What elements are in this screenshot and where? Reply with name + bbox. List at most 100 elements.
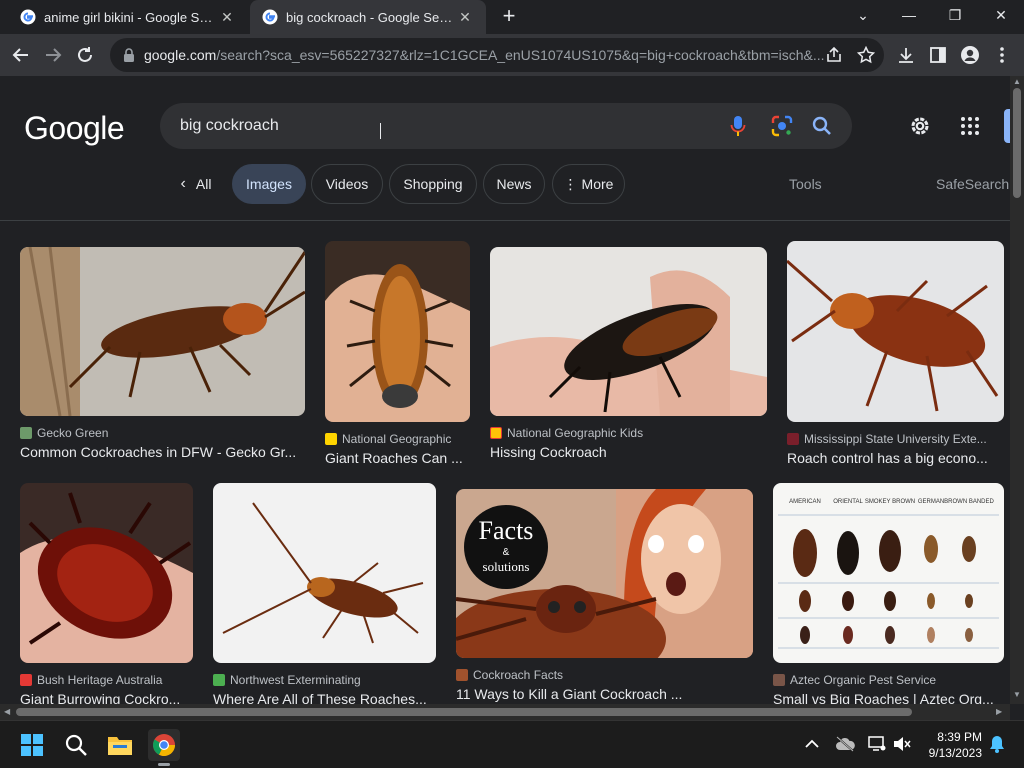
result-caption[interactable]: Giant Roaches Can ... <box>325 450 470 466</box>
cloud-sync-icon[interactable] <box>834 733 856 755</box>
close-tab-icon[interactable]: ✕ <box>456 9 474 26</box>
result-source[interactable]: Northwest Exterminating <box>213 673 436 687</box>
result-thumbnail[interactable] <box>490 247 767 416</box>
side-panel-icon[interactable] <box>926 43 950 67</box>
result-caption[interactable]: Small vs Big Roaches | Aztec Org... <box>773 691 1004 704</box>
result-thumbnail[interactable]: AMERICAN ORIENTAL SMOKEY BROWN GERMAN BR… <box>773 483 1004 663</box>
tray-chevron-up-icon[interactable] <box>801 733 823 755</box>
image-result[interactable]: Bush Heritage Australia Giant Burrowing … <box>20 483 193 704</box>
result-source[interactable]: National Geographic <box>325 432 470 446</box>
taskbar-search-icon[interactable] <box>60 729 92 761</box>
image-result[interactable]: AMERICAN ORIENTAL SMOKEY BROWN GERMAN BR… <box>773 483 1004 704</box>
system-clock[interactable]: 8:39 PM 9/13/2023 <box>918 729 982 761</box>
address-bar[interactable]: google.com/search?sca_esv=565227327&rlz=… <box>110 38 884 72</box>
result-caption[interactable]: 11 Ways to Kill a Giant Cockroach ... <box>456 686 753 702</box>
chip-news[interactable]: News <box>483 164 545 204</box>
result-source[interactable]: Gecko Green <box>20 426 305 440</box>
chrome-taskbar-icon[interactable] <box>148 729 180 766</box>
result-source[interactable]: National Geographic Kids <box>490 426 767 440</box>
species-label: BROWN BANDED <box>944 499 994 505</box>
result-caption[interactable]: Hissing Cockroach <box>490 444 767 460</box>
result-thumbnail[interactable]: Facts & solutions <box>456 489 753 658</box>
tools-button[interactable]: Tools <box>789 176 822 192</box>
tab-search-chevron-icon[interactable]: ⌄ <box>840 0 886 30</box>
chip-shopping[interactable]: Shopping <box>389 164 477 204</box>
tab-anime-search[interactable]: anime girl bikini - Google Search ✕ <box>8 0 248 34</box>
source-label: Cockroach Facts <box>473 668 564 682</box>
google-lens-icon[interactable] <box>770 114 794 138</box>
browser-menu-icon[interactable] <box>990 43 1014 67</box>
reload-button[interactable] <box>72 42 98 68</box>
result-caption[interactable]: Common Cockroaches in DFW - Gecko Gr... <box>20 444 305 460</box>
chip-videos[interactable]: Videos <box>311 164 383 204</box>
chip-more[interactable]: ⋮ More <box>552 164 625 204</box>
result-caption[interactable]: Roach control has a big econo... <box>787 450 1004 466</box>
image-result[interactable]: Gecko Green Common Cockroaches in DFW - … <box>20 247 305 460</box>
new-tab-button[interactable]: + <box>498 5 520 28</box>
file-explorer-icon[interactable] <box>104 729 136 761</box>
forward-button[interactable] <box>40 42 66 68</box>
result-caption[interactable]: Where Are All of These Roaches... <box>213 691 436 704</box>
safesearch-button[interactable]: SafeSearch <box>936 176 1009 192</box>
start-windows-icon[interactable] <box>16 729 48 761</box>
result-source[interactable]: Mississippi State University Exte... <box>787 432 1004 446</box>
chip-label: Images <box>246 176 292 192</box>
result-source[interactable]: Aztec Organic Pest Service <box>773 673 1004 687</box>
vertical-scroll-thumb[interactable] <box>1013 88 1021 198</box>
source-label: National Geographic <box>342 432 452 446</box>
settings-gear-icon[interactable] <box>907 113 933 139</box>
back-button[interactable] <box>8 42 34 68</box>
facts-badge-amp: & <box>503 547 510 558</box>
restore-button[interactable]: ❐ <box>932 0 978 30</box>
google-apps-icon[interactable] <box>957 113 983 139</box>
vertical-scrollbar[interactable]: ▲ ▼ <box>1010 76 1024 704</box>
display-network-icon[interactable] <box>866 733 888 755</box>
chip-all[interactable]: ‹ All <box>166 164 226 204</box>
reload-icon <box>78 47 92 62</box>
minimize-button[interactable]: — <box>886 0 932 30</box>
scroll-right-arrow-icon[interactable]: ▶ <box>996 707 1002 716</box>
result-thumbnail[interactable] <box>20 483 193 663</box>
image-result[interactable]: National Geographic Giant Roaches Can ..… <box>325 241 470 466</box>
search-icon[interactable] <box>810 114 834 138</box>
close-window-button[interactable]: ✕ <box>978 0 1024 30</box>
microphone-icon[interactable] <box>726 114 750 138</box>
chip-images[interactable]: Images <box>232 164 306 204</box>
image-result[interactable]: Facts & solutions Cockroach Facts 11 Way… <box>456 489 753 702</box>
result-thumbnail[interactable] <box>787 241 1004 422</box>
result-caption[interactable]: Giant Burrowing Cockro... <box>20 691 193 704</box>
notification-bell-icon[interactable] <box>986 733 1008 755</box>
species-label: ORIENTAL <box>833 499 863 505</box>
result-thumbnail[interactable] <box>325 241 470 422</box>
download-icon[interactable] <box>894 43 918 67</box>
scroll-up-arrow-icon[interactable]: ▲ <box>1013 77 1021 86</box>
tab-cockroach-search[interactable]: big cockroach - Google Search ✕ <box>250 0 486 34</box>
image-result[interactable]: National Geographic Kids Hissing Cockroa… <box>490 247 767 460</box>
profile-icon[interactable] <box>958 43 982 67</box>
source-label: Aztec Organic Pest Service <box>790 673 937 687</box>
result-thumbnail[interactable] <box>20 247 305 416</box>
facts-badge-subtitle: solutions <box>483 559 530 574</box>
bookmark-star-icon[interactable] <box>854 43 878 67</box>
windows-taskbar: 8:39 PM 9/13/2023 <box>0 720 1024 768</box>
scroll-down-arrow-icon[interactable]: ▼ <box>1013 690 1021 699</box>
scroll-left-arrow-icon[interactable]: ◀ <box>4 707 10 716</box>
image-result[interactable]: Mississippi State University Exte... Roa… <box>787 241 1004 466</box>
source-label: Mississippi State University Exte... <box>804 432 987 446</box>
search-box[interactable]: big cockroach <box>160 103 852 149</box>
image-result[interactable]: Northwest Exterminating Where Are All of… <box>213 483 436 704</box>
close-tab-icon[interactable]: ✕ <box>218 9 236 26</box>
result-source[interactable]: Cockroach Facts <box>456 668 753 682</box>
chip-label: Videos <box>325 176 369 192</box>
url-host: google.com <box>143 47 217 63</box>
search-input[interactable]: big cockroach <box>180 117 279 135</box>
title-bar: anime girl bikini - Google Search ✕ big … <box>0 0 1024 34</box>
volume-muted-icon[interactable] <box>891 733 913 755</box>
horizontal-scroll-thumb[interactable] <box>16 708 912 716</box>
horizontal-scrollbar[interactable]: ◀ ▶ <box>0 704 1010 720</box>
result-source[interactable]: Bush Heritage Australia <box>20 673 193 687</box>
result-thumbnail[interactable] <box>213 483 436 663</box>
google-favicon-icon <box>262 9 278 25</box>
google-logo[interactable]: Google <box>24 110 125 147</box>
share-icon[interactable] <box>822 43 846 67</box>
